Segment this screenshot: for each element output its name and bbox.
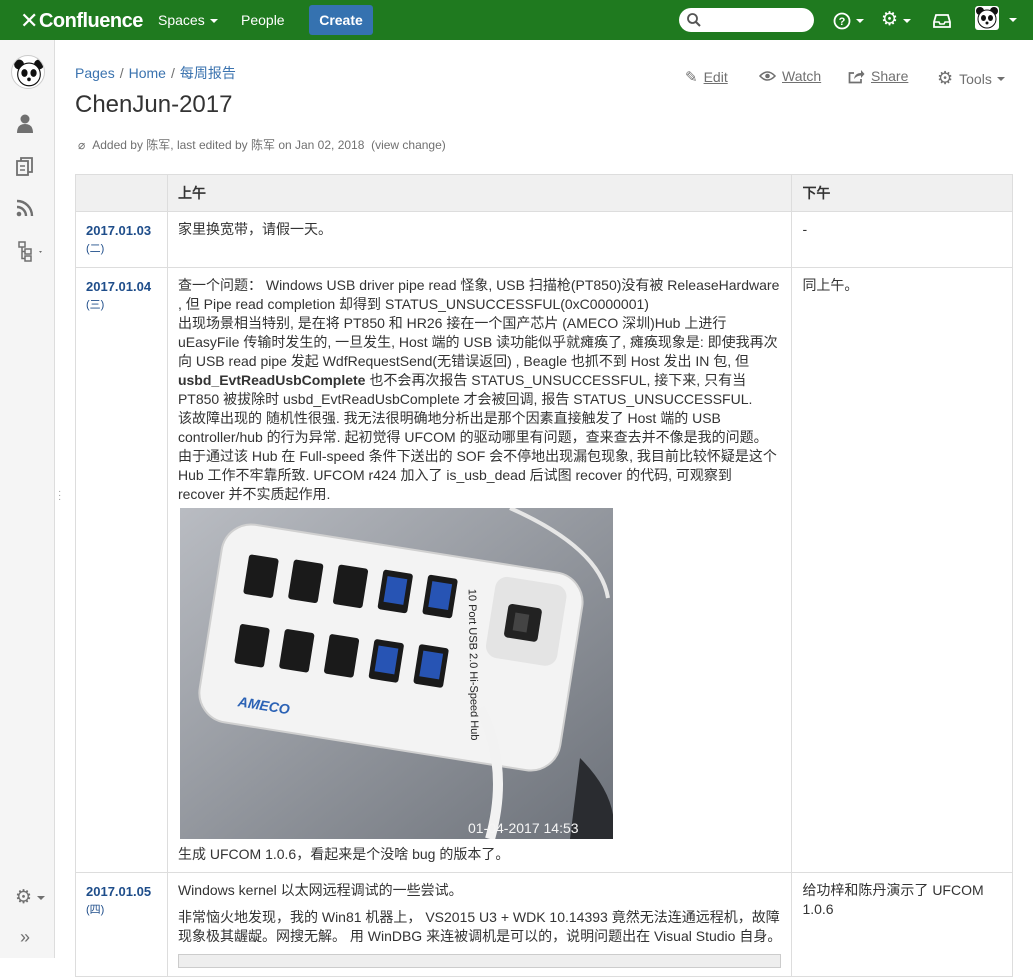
panda-avatar-icon xyxy=(14,59,44,87)
usb-hub-photo[interactable]: 10 Port USB 2.0 Hi-Speed Hub AMECO 01-04… xyxy=(179,508,613,839)
space-settings-button[interactable]: ⚙ xyxy=(15,886,46,909)
table-header-row: 上午 下午 xyxy=(75,174,1013,212)
table-row: 2017.01.05 (四) Windows kernel 以太网远程调试的一些尝… xyxy=(75,872,1013,977)
spaces-menu[interactable]: Spaces xyxy=(158,12,218,28)
eye-icon xyxy=(759,71,776,81)
photo-timestamp: 01-04-2017 14:53 xyxy=(468,820,579,836)
page-tree-icon[interactable] xyxy=(15,240,45,267)
morning-text-1: 查一个问题： Windows USB driver pipe read 怪象, … xyxy=(177,277,780,312)
pages-icon[interactable] xyxy=(15,156,35,183)
date-cell: 2017.01.05 (四) xyxy=(75,872,168,977)
morning-text-4: 该故障出现的 随机性很强. 我无法很明确地分析出是那个因素直接触发了 Host … xyxy=(177,410,777,502)
inbox-icon xyxy=(933,13,951,28)
breadcrumb-weekly-report[interactable]: 每周报告 xyxy=(180,65,236,81)
afternoon-cell: 给功梓和陈丹演示了 UFCOM 1.0.6 xyxy=(791,872,1013,977)
people-link[interactable]: People xyxy=(241,12,285,28)
notifications-button[interactable] xyxy=(933,8,951,32)
table-row: 2017.01.03 (二) 家里换宽带，请假一天。 - xyxy=(75,211,1013,268)
table-header-afternoon: 下午 xyxy=(791,174,1013,212)
date-cell: 2017.01.04 (三) xyxy=(75,267,168,873)
tools-menu[interactable]: ⚙ Tools xyxy=(937,68,1005,89)
breadcrumb-separator: / xyxy=(170,65,175,81)
date-cell: 2017.01.03 (二) xyxy=(75,211,168,268)
help-menu[interactable]: ? xyxy=(833,8,864,32)
sidebar-resize-handle[interactable]: · · · xyxy=(58,487,61,505)
confluence-logo[interactable]: ✕ Confluence xyxy=(20,8,143,34)
breadcrumb-pages[interactable]: Pages xyxy=(75,65,115,81)
top-navigation-bar: ✕ Confluence Spaces People Create ? ⚙ xyxy=(0,0,1033,40)
morning-text-2: 非常恼火地发现，我的 Win81 机器上， VS2015 U3 + WDK 10… xyxy=(177,909,782,944)
svg-text:?: ? xyxy=(839,16,846,28)
table-header-date xyxy=(75,174,168,212)
morning-text-5: 生成 UFCOM 1.0.6，看起来是个没啥 bug 的版本了。 xyxy=(177,846,510,862)
expand-sidebar-icon[interactable]: » xyxy=(20,927,30,948)
morning-cell: Windows kernel 以太网远程调试的一些尝试。 非常恼火地发现，我的 … xyxy=(166,872,793,977)
settings-menu[interactable]: ⚙ xyxy=(881,8,912,32)
chevron-down-icon xyxy=(996,76,1005,81)
space-avatar[interactable] xyxy=(11,55,45,89)
page-metadata: ⌀ Added by 陈军, last edited by 陈军 on Jan 0… xyxy=(78,138,446,152)
search-icon xyxy=(687,13,701,27)
table-header-morning: 上午 xyxy=(166,174,793,212)
confluence-x-icon: ✕ xyxy=(20,8,38,33)
function-name-bold: usbd_EvtReadUsbComplete xyxy=(177,372,366,388)
gear-icon: ⚙ xyxy=(15,887,33,908)
breadcrumb-separator: / xyxy=(119,65,124,81)
gear-icon: ⚙ xyxy=(881,9,899,30)
morning-cell: 查一个问题： Windows USB driver pipe read 怪象, … xyxy=(166,267,793,873)
chevron-down-icon xyxy=(209,19,218,24)
user-avatar-menu[interactable] xyxy=(975,6,999,30)
embedded-image-preview[interactable] xyxy=(177,954,782,968)
help-icon: ? xyxy=(833,12,851,29)
afternoon-cell: 同上午。 xyxy=(791,267,1013,873)
watch-button[interactable]: Watch xyxy=(759,68,821,84)
space-sidebar: ⚙ » xyxy=(0,40,55,958)
search-input[interactable] xyxy=(679,8,814,32)
view-change-link[interactable]: (view change) xyxy=(371,138,446,152)
gear-icon: ⚙ xyxy=(937,68,954,88)
morning-text-1: Windows kernel 以太网远程调试的一些尝试。 xyxy=(177,882,463,898)
people-icon[interactable] xyxy=(15,113,35,140)
morning-text-2: 出现场景相当特别, 是在将 PT850 和 HR26 接在一个国产芯片 (AME… xyxy=(177,315,778,407)
afternoon-cell: - xyxy=(791,211,1013,268)
create-button[interactable]: Create xyxy=(309,5,373,35)
breadcrumb: Pages / Home / 每周报告 xyxy=(75,63,236,83)
breadcrumb-home[interactable]: Home xyxy=(129,65,166,81)
chevron-down-icon xyxy=(1009,18,1017,22)
chevron-down-icon xyxy=(37,896,46,901)
morning-cell: 家里换宽带，请假一天。 xyxy=(166,211,793,268)
share-button[interactable]: Share xyxy=(848,68,908,84)
table-row: 2017.01.04 (三) 查一个问题： Windows USB driver … xyxy=(75,267,1013,873)
rss-feed-icon[interactable] xyxy=(15,198,35,223)
chevron-down-icon xyxy=(856,18,864,23)
edit-button[interactable]: ✎ Edit xyxy=(685,68,728,86)
chevron-down-icon xyxy=(903,18,912,23)
weekly-report-table: 上午 下午 2017.01.03 (二) 家里换宽带，请假一天。 - 2017.0… xyxy=(75,174,1013,977)
pencil-icon: ✎ xyxy=(685,69,698,86)
panda-avatar-icon xyxy=(976,7,998,29)
share-icon xyxy=(848,69,865,83)
paperclip-icon: ⌀ xyxy=(78,138,86,152)
page-title: ChenJun-2017 xyxy=(75,91,233,118)
